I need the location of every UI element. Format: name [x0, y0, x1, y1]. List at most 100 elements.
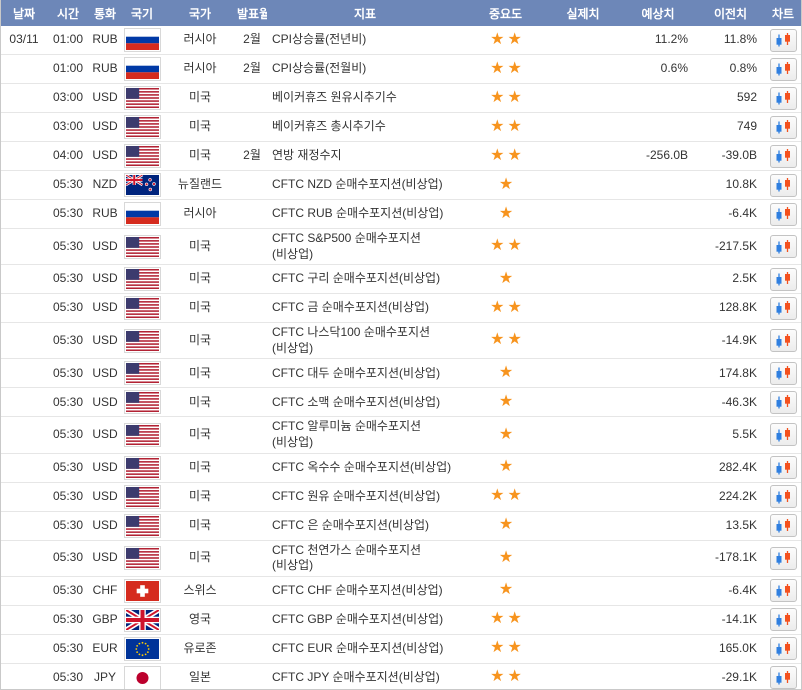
candlestick-chart-icon[interactable] — [770, 423, 797, 446]
table-row: 05:30USD미국CFTC 금 순매수포지션(비상업)★★128.8K — [1, 294, 802, 323]
chart-cell — [763, 84, 802, 113]
currency-cell: RUB — [89, 26, 121, 55]
candlestick-chart-icon[interactable] — [770, 58, 797, 81]
table-row: 05:30USD미국CFTC 구리 순매수포지션(비상업)★2.5K — [1, 265, 802, 294]
importance-cell: ★ — [463, 511, 548, 540]
candlestick-chart-icon[interactable] — [770, 87, 797, 110]
importance-cell: ★★ — [463, 323, 548, 359]
importance-cell: ★ — [463, 200, 548, 229]
month-cell: 2월 — [237, 26, 267, 55]
previous-cell: -6.4K — [698, 200, 763, 229]
time-cell: 05:30 — [47, 200, 89, 229]
candlestick-chart-icon[interactable] — [770, 547, 797, 570]
flag-japan-icon — [124, 666, 161, 690]
importance-cell: ★★ — [463, 26, 548, 55]
candlestick-chart-icon[interactable] — [770, 666, 797, 689]
previous-cell: 11.8% — [698, 26, 763, 55]
candlestick-chart-icon[interactable] — [770, 329, 797, 352]
indicator-cell: CFTC S&P500 순매수포지션(비상업) — [267, 229, 463, 265]
candlestick-chart-icon[interactable] — [770, 174, 797, 197]
chart-cell — [763, 388, 802, 417]
indicator-cell: CFTC 금 순매수포지션(비상업) — [267, 294, 463, 323]
forecast-cell — [618, 634, 698, 663]
actual-cell — [548, 323, 618, 359]
indicator-cell: CFTC CHF 순매수포지션(비상업) — [267, 576, 463, 605]
time-cell: 03:00 — [47, 113, 89, 142]
currency-cell: USD — [89, 388, 121, 417]
date-cell — [1, 113, 47, 142]
importance-stars: ★★ — [490, 146, 525, 167]
actual-cell — [548, 26, 618, 55]
economic-calendar: 날짜 시간 통화 국기 국가 발표월 지표 중요도 실제치 예상치 이전치 차트… — [0, 0, 802, 690]
candlestick-chart-icon[interactable] — [770, 456, 797, 479]
flag-usa-icon — [124, 390, 161, 414]
candlestick-chart-icon[interactable] — [770, 608, 797, 631]
country-cell: 일본 — [163, 663, 237, 690]
importance-cell: ★ — [463, 417, 548, 453]
month-cell — [237, 84, 267, 113]
importance-cell: ★★ — [463, 482, 548, 511]
date-cell — [1, 388, 47, 417]
month-cell — [237, 453, 267, 482]
actual-cell — [548, 417, 618, 453]
currency-cell: CHF — [89, 576, 121, 605]
importance-stars: ★ — [499, 363, 516, 384]
currency-cell: EUR — [89, 634, 121, 663]
candlestick-chart-icon[interactable] — [770, 29, 797, 52]
candlestick-chart-icon[interactable] — [770, 268, 797, 291]
time-cell: 05:30 — [47, 663, 89, 690]
flag-cell — [121, 84, 163, 113]
candlestick-chart-icon[interactable] — [770, 362, 797, 385]
actual-cell — [548, 359, 618, 388]
country-cell: 미국 — [163, 388, 237, 417]
month-cell — [237, 171, 267, 200]
forecast-cell — [618, 294, 698, 323]
country-cell: 미국 — [163, 482, 237, 511]
currency-cell: RUB — [89, 200, 121, 229]
candlestick-chart-icon[interactable] — [770, 637, 797, 660]
header-currency: 통화 — [89, 0, 121, 26]
date-cell — [1, 453, 47, 482]
header-country: 국가 — [163, 0, 237, 26]
currency-cell: JPY — [89, 663, 121, 690]
candlestick-chart-icon[interactable] — [770, 116, 797, 139]
chart-cell — [763, 576, 802, 605]
indicator-cell: CFTC GBP 순매수포지션(비상업) — [267, 605, 463, 634]
flag-cell — [121, 113, 163, 142]
table-row: 03:00USD미국베이커휴즈 원유시추기수★★592 — [1, 84, 802, 113]
candlestick-chart-icon[interactable] — [770, 391, 797, 414]
flag-usa-icon — [124, 329, 161, 353]
currency-cell: USD — [89, 511, 121, 540]
candlestick-chart-icon[interactable] — [770, 485, 797, 508]
candlestick-chart-icon[interactable] — [770, 145, 797, 168]
flag-cell — [121, 229, 163, 265]
importance-stars: ★★ — [490, 30, 525, 51]
candlestick-chart-icon[interactable] — [770, 203, 797, 226]
candlestick-chart-icon[interactable] — [770, 579, 797, 602]
flag-usa-icon — [124, 546, 161, 570]
previous-cell: -14.9K — [698, 323, 763, 359]
country-cell: 미국 — [163, 265, 237, 294]
date-cell — [1, 634, 47, 663]
candlestick-chart-icon[interactable] — [770, 514, 797, 537]
previous-cell: 592 — [698, 84, 763, 113]
forecast-cell — [618, 200, 698, 229]
forecast-cell — [618, 453, 698, 482]
country-cell: 유로존 — [163, 634, 237, 663]
forecast-cell — [618, 84, 698, 113]
header-importance: 중요도 — [463, 0, 548, 26]
month-cell — [237, 511, 267, 540]
time-cell: 05:30 — [47, 605, 89, 634]
flag-russia-icon — [124, 57, 161, 81]
previous-cell: 749 — [698, 113, 763, 142]
candlestick-chart-icon[interactable] — [770, 297, 797, 320]
month-cell — [237, 323, 267, 359]
month-cell — [237, 663, 267, 690]
table-row: 05:30EUR유로존CFTC EUR 순매수포지션(비상업)★★165.0K — [1, 634, 802, 663]
header-actual: 실제치 — [548, 0, 618, 26]
candlestick-chart-icon[interactable] — [770, 235, 797, 258]
actual-cell — [548, 200, 618, 229]
currency-cell: USD — [89, 294, 121, 323]
chart-cell — [763, 229, 802, 265]
currency-cell: GBP — [89, 605, 121, 634]
